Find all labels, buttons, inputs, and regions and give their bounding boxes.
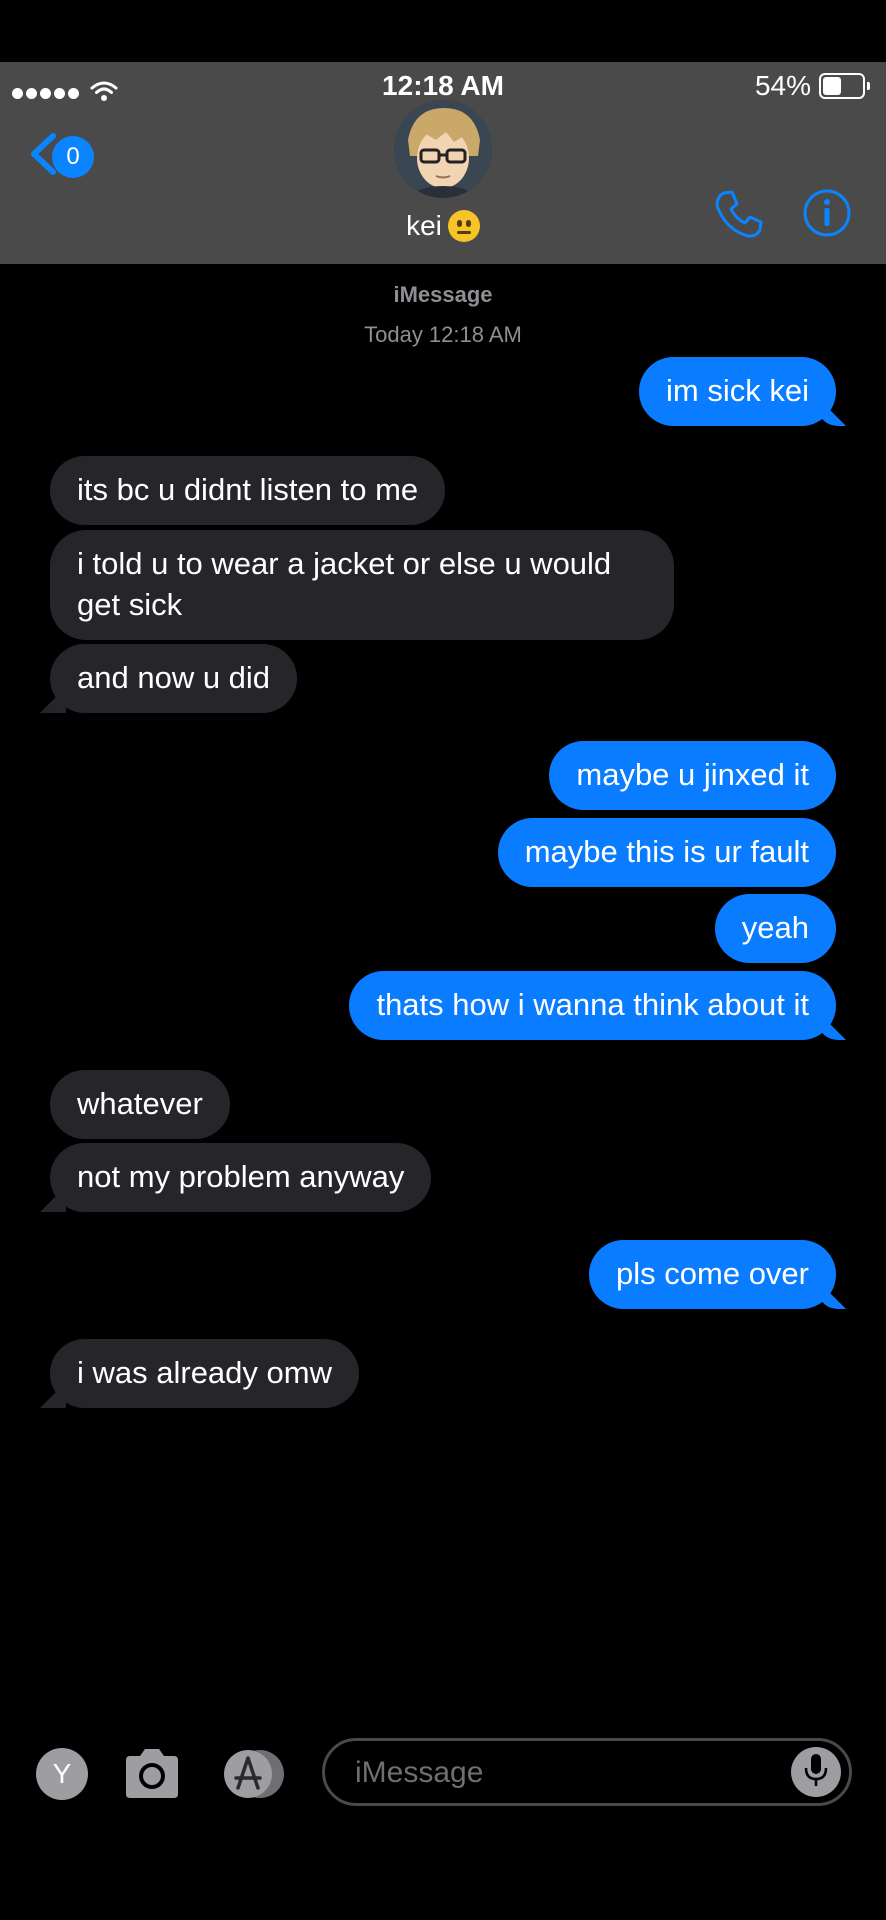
sent-message-bubble[interactable]: pls come over (589, 1240, 836, 1309)
sent-message-bubble[interactable]: thats how i wanna think about it (349, 971, 836, 1040)
received-message-bubble[interactable]: i was already omw (50, 1339, 359, 1408)
microphone-icon (803, 1752, 829, 1793)
unread-badge: 0 (52, 135, 94, 178)
battery-nub (867, 82, 870, 90)
status-time: 12:18 AM (382, 70, 504, 101)
sent-message-bubble[interactable]: yeah (714, 894, 836, 963)
sent-message-bubble[interactable]: maybe u jinxed it (549, 741, 836, 810)
received-message-bubble[interactable]: i told u to wear a jacket or else u woul… (50, 530, 674, 640)
service-label: iMessage (393, 282, 493, 307)
message-composer[interactable] (322, 1738, 852, 1806)
microphone-button[interactable] (791, 1747, 841, 1797)
received-message-bubble[interactable]: its bc u didnt listen to me (50, 456, 446, 525)
battery-icon (819, 73, 865, 99)
battery-percent: 54% (754, 70, 811, 101)
contact-name: kei (406, 210, 442, 241)
received-message-bubble[interactable]: not my problem anyway (50, 1143, 432, 1212)
contact-avatar[interactable] (394, 100, 492, 198)
neutral-face-emoji-icon (447, 210, 480, 242)
sent-message-bubble[interactable]: maybe this is ur fault (497, 818, 836, 887)
conversation-header: 12:18 AM 54% 0 kei (0, 62, 886, 264)
app-drawer-button[interactable]: Y (36, 1748, 88, 1800)
message-input[interactable] (353, 1751, 777, 1795)
received-message-bubble[interactable]: whatever (50, 1070, 230, 1139)
camera-icon[interactable] (122, 1746, 182, 1805)
phone-icon[interactable] (712, 188, 764, 245)
thread-timestamp: Today 12:18 AM (364, 322, 522, 347)
battery-status: 54% (755, 70, 870, 102)
battery-level (823, 77, 842, 95)
sent-message-bubble[interactable]: im sick kei (639, 357, 836, 426)
back-button[interactable]: 0 (28, 132, 94, 181)
app-store-icon[interactable] (222, 1748, 292, 1805)
info-icon[interactable] (802, 188, 852, 243)
received-message-bubble[interactable]: and now u did (50, 644, 298, 713)
